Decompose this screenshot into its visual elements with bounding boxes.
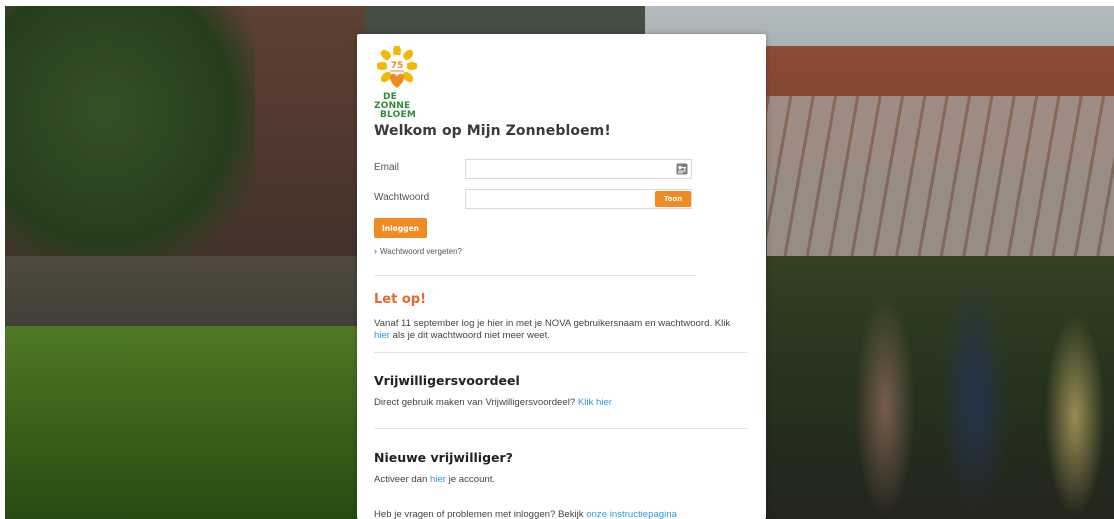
login-panel: 75 DE ZONNE BLOEM Welkom op Mijn Zonnebl… — [357, 34, 766, 519]
logo-badge-number: 75 — [391, 61, 404, 71]
instruction-page-link[interactable]: onze instructiepagina — [586, 509, 677, 519]
activate-account-link[interactable]: hier — [430, 474, 446, 485]
sunflower-heart-logo-icon: 75 — [377, 46, 417, 88]
help-text: Heb je vragen of problemen met inloggen?… — [374, 509, 677, 519]
new-volunteer-text: Activeer dan hier je account. — [374, 474, 495, 486]
login-button[interactable]: Inloggen — [374, 218, 427, 238]
volunteer-benefit-text: Direct gebruik maken van Vrijwilligersvo… — [374, 397, 612, 409]
key-icon[interactable] — [676, 163, 688, 175]
notice-heading: Let op! — [374, 292, 427, 307]
notice-text-before: Vanaf 11 september log je hier in met je… — [374, 318, 731, 329]
divider — [374, 428, 748, 429]
notice-link[interactable]: hier — [374, 330, 390, 341]
logo-brand-text: DE ZONNE BLOEM — [374, 93, 416, 120]
chevron-right-icon: › — [374, 246, 377, 256]
volunteer-benefit-heading: Vrijwilligersvoordeel — [374, 373, 520, 388]
forgot-password-link[interactable]: › Wachtwoord vergeten? — [374, 246, 462, 256]
new-volunteer-text-after: je account. — [446, 474, 496, 485]
password-row: Wachtwoord Toon — [374, 189, 694, 209]
divider — [374, 352, 748, 353]
notice-text-after: als je dit wachtwoord niet meer weet. — [390, 330, 550, 341]
volunteer-benefit-text-before: Direct gebruik maken van Vrijwilligersvo… — [374, 397, 578, 408]
logo-line-3: BLOEM — [380, 110, 417, 120]
new-volunteer-heading: Nieuwe vrijwilliger? — [374, 450, 513, 465]
new-volunteer-text-before: Activeer dan — [374, 474, 430, 485]
email-label: Email — [374, 162, 400, 173]
password-label: Wachtwoord — [374, 192, 430, 203]
volunteer-benefit-link[interactable]: Klik hier — [578, 397, 612, 408]
divider — [374, 275, 696, 276]
page-title: Welkom op Mijn Zonnebloem! — [374, 123, 611, 139]
show-password-button[interactable]: Toon — [655, 191, 691, 207]
notice-text: Vanaf 11 september log je hier in met je… — [374, 318, 744, 342]
email-row: Email — [374, 159, 694, 179]
forgot-password-label: Wachtwoord vergeten? — [380, 246, 462, 256]
zonnebloem-logo: 75 DE ZONNE BLOEM — [374, 46, 434, 126]
email-field[interactable] — [465, 159, 692, 179]
help-text-before: Heb je vragen of problemen met inloggen?… — [374, 509, 587, 519]
